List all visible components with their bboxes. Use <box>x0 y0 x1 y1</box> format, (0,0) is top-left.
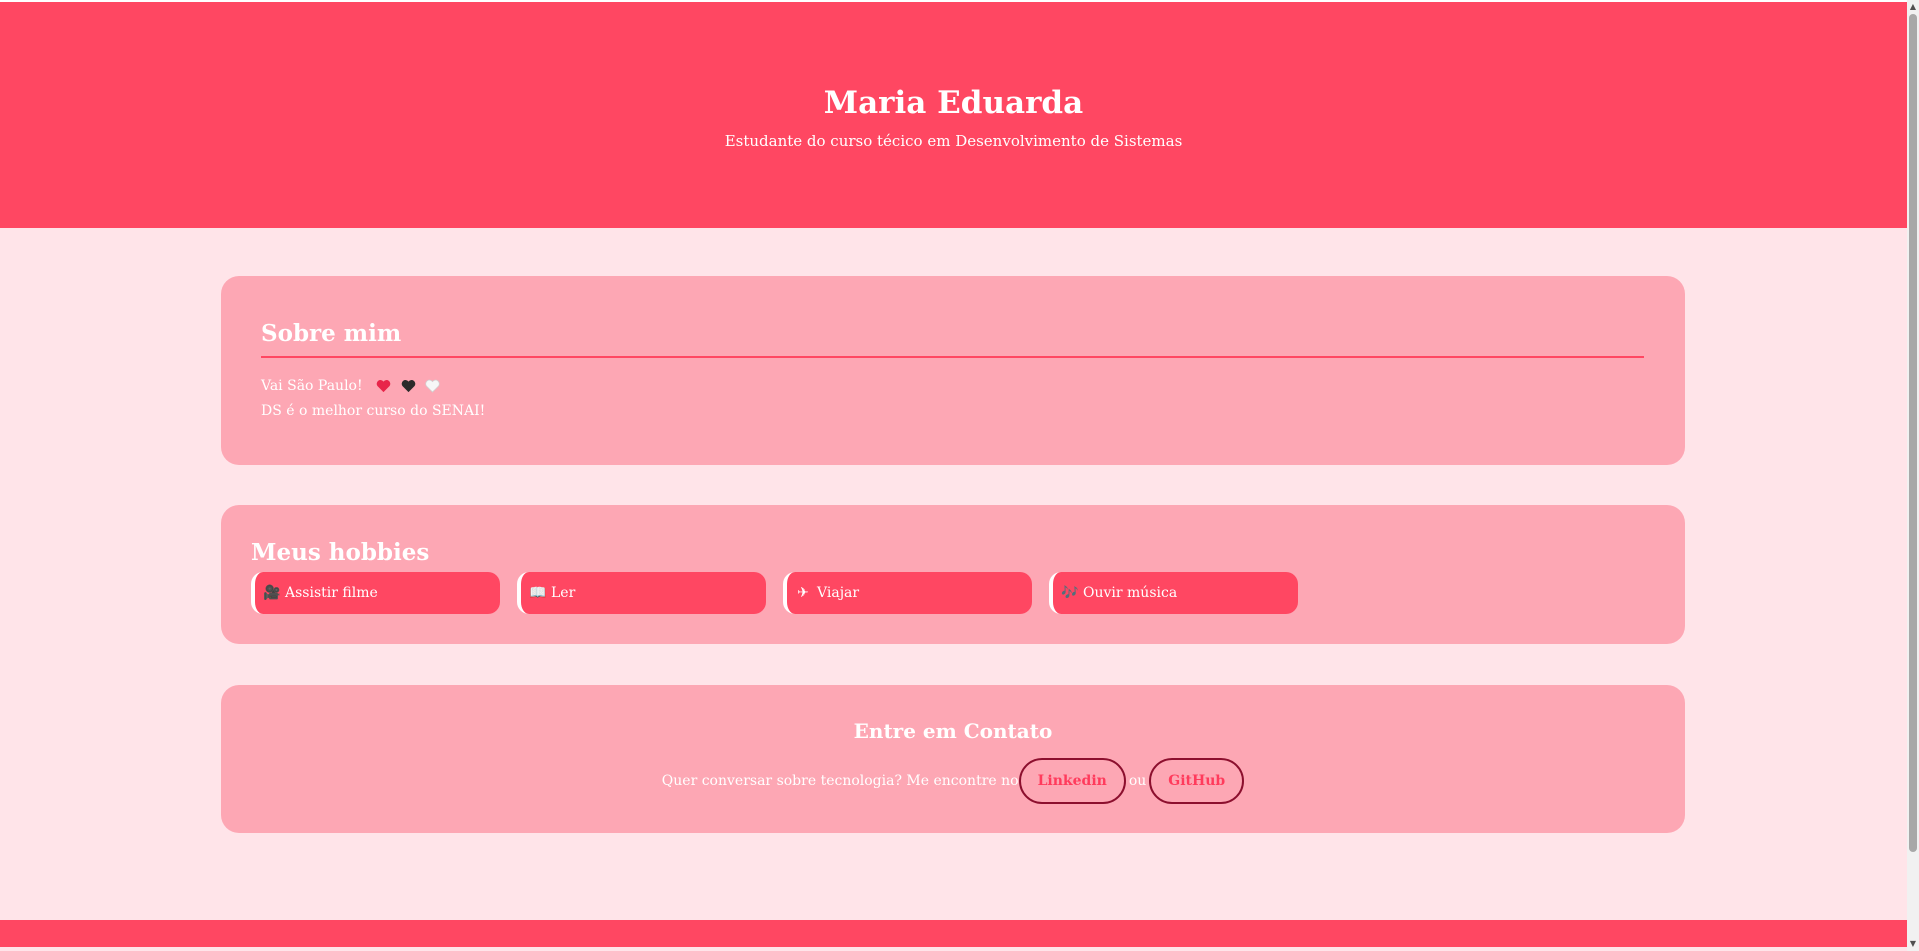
about-section: Sobre mim Vai São Paulo! DS é o melhor c… <box>221 276 1685 465</box>
black-heart-icon <box>401 380 415 393</box>
music-notes-icon: 🎶 <box>1061 585 1079 601</box>
page-title: Maria Eduarda <box>823 85 1084 121</box>
red-heart-icon <box>376 380 391 393</box>
airplane-icon: ✈ <box>797 585 809 601</box>
footer <box>0 920 1907 947</box>
linkedin-link[interactable]: Linkedin <box>1018 758 1126 804</box>
page: Maria Eduarda Estudante do curso técico … <box>0 0 1907 951</box>
hobby-label: Ouvir música <box>1083 585 1178 601</box>
contact-section: Entre em Contato Quer conversar sobre te… <box>221 685 1685 833</box>
hobby-item-ouvir-musica[interactable]: 🎶 Ouvir música <box>1049 572 1298 614</box>
contact-text: Quer conversar sobre tecnologia? Me enco… <box>661 773 1019 789</box>
hearts <box>371 376 440 396</box>
contact-row: Quer conversar sobre tecnologia? Me enco… <box>221 758 1685 804</box>
header: Maria Eduarda Estudante do curso técico … <box>0 2 1907 228</box>
about-line-2: DS é o melhor curso do SENAI! <box>261 403 486 419</box>
vertical-scrollbar[interactable]: ▲ ▼ <box>1907 0 1919 951</box>
github-link[interactable]: GitHub <box>1149 758 1245 804</box>
contact-or: ou <box>1128 773 1147 789</box>
hobbies-title: Meus hobbies <box>251 539 430 566</box>
about-line-1-text: Vai São Paulo! <box>261 378 363 394</box>
scroll-down-icon[interactable]: ▼ <box>1907 938 1919 950</box>
hobby-item-viajar[interactable]: ✈ Viajar <box>783 572 1032 614</box>
movie-camera-icon: 🎥 <box>263 585 281 601</box>
about-divider <box>261 356 1644 358</box>
hobbies-section: Meus hobbies 🎥 Assistir filme 📖 Ler ✈ Viaja… <box>221 505 1685 644</box>
hobby-item-ler[interactable]: 📖 Ler <box>517 572 766 614</box>
scrollbar-thumb[interactable] <box>1909 14 1917 852</box>
scroll-up-icon[interactable]: ▲ <box>1907 1 1919 13</box>
contact-title: Entre em Contato <box>853 719 1053 743</box>
about-line-1: Vai São Paulo! <box>261 376 440 396</box>
white-heart-icon <box>425 379 440 393</box>
hobby-label: Ler <box>551 585 576 601</box>
about-title: Sobre mim <box>261 320 402 347</box>
page-subtitle: Estudante do curso técico em Desenvolvim… <box>724 132 1183 150</box>
hobby-item-assistir-filme[interactable]: 🎥 Assistir filme <box>251 572 500 614</box>
hobby-label: Assistir filme <box>285 585 378 601</box>
hobby-label: Viajar <box>817 585 860 601</box>
open-book-icon: 📖 <box>529 585 547 601</box>
